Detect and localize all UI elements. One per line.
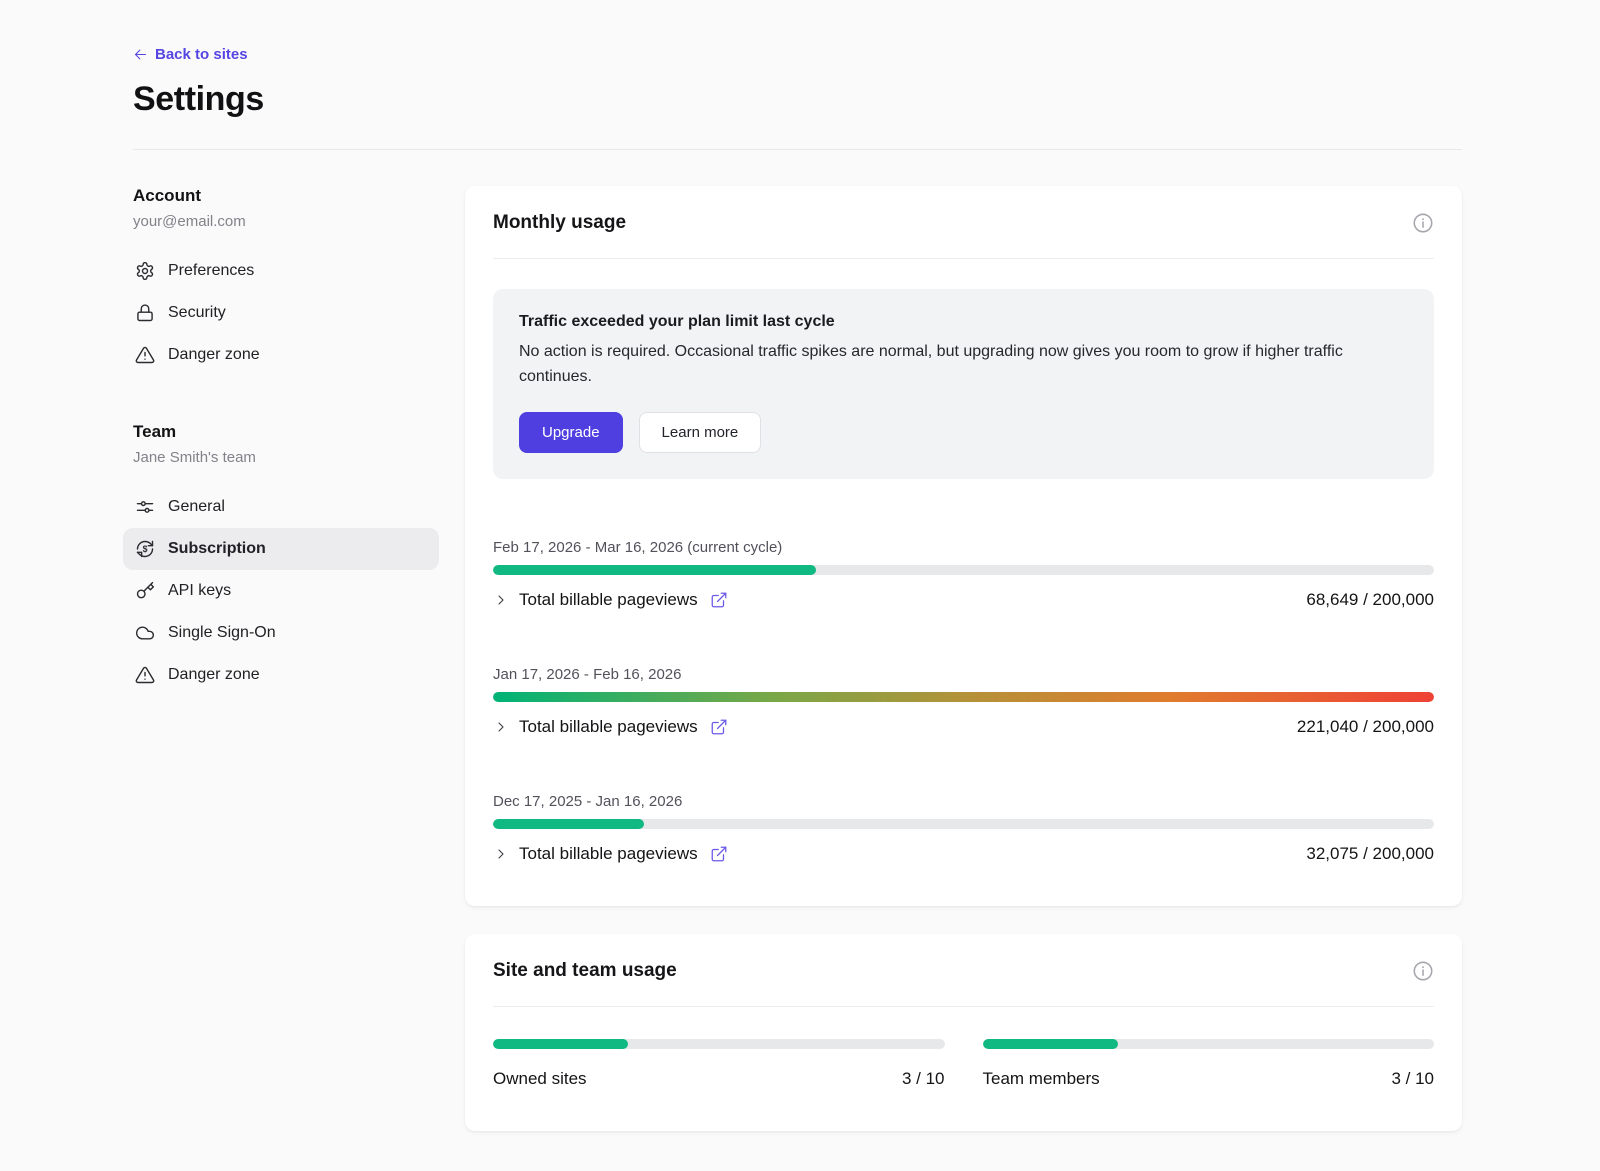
usage-progress-fill bbox=[493, 565, 816, 575]
billable-pageviews-label: Total billable pageviews bbox=[519, 717, 698, 737]
team-members-metric: Team members 3 / 10 bbox=[983, 1039, 1435, 1089]
team-nav: General $ Subscription API keys bbox=[133, 486, 439, 696]
cloud-icon bbox=[135, 623, 155, 643]
account-nav: Preferences Security Danger zone bbox=[133, 250, 439, 376]
owned-sites-label: Owned sites bbox=[493, 1069, 587, 1089]
usage-cycle-current: Feb 17, 2026 - Mar 16, 2026 (current cyc… bbox=[493, 539, 1434, 610]
billable-pageviews-label: Total billable pageviews bbox=[519, 844, 698, 864]
sidebar-item-preferences[interactable]: Preferences bbox=[123, 250, 439, 292]
owned-sites-metric: Owned sites 3 / 10 bbox=[493, 1039, 945, 1089]
billable-pageviews-expander[interactable]: Total billable pageviews bbox=[493, 717, 1297, 737]
arrow-left-icon bbox=[133, 47, 148, 62]
card-divider bbox=[493, 1006, 1434, 1007]
owned-sites-progress-fill bbox=[493, 1039, 628, 1049]
dollar-refresh-icon: $ bbox=[135, 539, 155, 559]
site-team-usage-info-button[interactable] bbox=[1412, 960, 1434, 982]
account-email: your@email.com bbox=[133, 213, 439, 230]
notice-body: No action is required. Occasional traffi… bbox=[519, 340, 1399, 390]
sidebar-item-team-danger-zone[interactable]: Danger zone bbox=[123, 654, 439, 696]
team-section: Team Jane Smith's team General $ Subscri… bbox=[133, 422, 439, 696]
owned-sites-progress-track bbox=[493, 1039, 945, 1049]
chevron-right-icon bbox=[493, 846, 509, 862]
info-icon bbox=[1412, 960, 1434, 982]
page-title: Settings bbox=[133, 80, 1462, 119]
sidebar-item-label: API keys bbox=[168, 582, 231, 600]
site-team-usage-title: Site and team usage bbox=[493, 960, 677, 982]
sidebar-item-label: General bbox=[168, 498, 225, 516]
sidebar-item-label: Preferences bbox=[168, 262, 254, 280]
team-name: Jane Smith's team bbox=[133, 449, 439, 466]
external-link-icon[interactable] bbox=[710, 591, 728, 609]
sidebar-item-single-sign-on[interactable]: Single Sign-On bbox=[123, 612, 439, 654]
usage-progress-track bbox=[493, 565, 1434, 575]
sidebar-item-subscription[interactable]: $ Subscription bbox=[123, 528, 439, 570]
key-icon bbox=[135, 581, 155, 601]
sidebar-item-label: Danger zone bbox=[168, 666, 260, 684]
sidebar-item-account-danger-zone[interactable]: Danger zone bbox=[123, 334, 439, 376]
sidebar-item-general[interactable]: General bbox=[123, 486, 439, 528]
header-divider bbox=[133, 149, 1462, 150]
sidebar-item-security[interactable]: Security bbox=[123, 292, 439, 334]
external-link-icon[interactable] bbox=[710, 845, 728, 863]
back-link-label: Back to sites bbox=[155, 46, 248, 63]
sidebar-item-api-keys[interactable]: API keys bbox=[123, 570, 439, 612]
external-link-icon[interactable] bbox=[710, 718, 728, 736]
warning-triangle-icon bbox=[135, 665, 155, 685]
sidebar-item-label: Security bbox=[168, 304, 226, 322]
usage-progress-track bbox=[493, 692, 1434, 702]
info-icon bbox=[1412, 212, 1434, 234]
usage-cycle-oldest: Dec 17, 2025 - Jan 16, 2026 Total billab… bbox=[493, 793, 1434, 864]
back-to-sites-link[interactable]: Back to sites bbox=[133, 46, 248, 63]
billable-pageviews-label: Total billable pageviews bbox=[519, 590, 698, 610]
warning-triangle-icon bbox=[135, 345, 155, 365]
sidebar-item-label: Subscription bbox=[168, 540, 266, 558]
settings-sidebar: Account your@email.com Preferences Secur… bbox=[133, 186, 465, 696]
sliders-icon bbox=[135, 497, 155, 517]
cycle-period: Feb 17, 2026 - Mar 16, 2026 (current cyc… bbox=[493, 539, 1434, 556]
usage-cycles: Feb 17, 2026 - Mar 16, 2026 (current cyc… bbox=[493, 539, 1434, 864]
usage-progress-fill bbox=[493, 819, 644, 829]
lock-icon bbox=[135, 303, 155, 323]
sidebar-item-label: Single Sign-On bbox=[168, 624, 276, 642]
account-section: Account your@email.com Preferences Secur… bbox=[133, 186, 439, 376]
team-members-progress-track bbox=[983, 1039, 1435, 1049]
monthly-usage-info-button[interactable] bbox=[1412, 212, 1434, 234]
billable-pageviews-value: 68,649 / 200,000 bbox=[1306, 590, 1434, 610]
traffic-exceeded-notice: Traffic exceeded your plan limit last cy… bbox=[493, 289, 1434, 479]
monthly-usage-title: Monthly usage bbox=[493, 212, 626, 234]
usage-progress-track bbox=[493, 819, 1434, 829]
settings-page: Back to sites Settings Account your@emai… bbox=[0, 0, 1600, 1171]
cycle-period: Jan 17, 2026 - Feb 16, 2026 bbox=[493, 666, 1434, 683]
owned-sites-value: 3 / 10 bbox=[902, 1069, 945, 1089]
learn-more-button[interactable]: Learn more bbox=[639, 412, 762, 453]
account-section-title: Account bbox=[133, 186, 439, 206]
gear-icon bbox=[135, 261, 155, 281]
monthly-usage-card: Monthly usage Traffic exceeded your plan… bbox=[465, 186, 1462, 906]
team-section-title: Team bbox=[133, 422, 439, 442]
sidebar-item-label: Danger zone bbox=[168, 346, 260, 364]
card-divider bbox=[493, 258, 1434, 259]
upgrade-button[interactable]: Upgrade bbox=[519, 412, 623, 453]
usage-progress-fill bbox=[493, 692, 1434, 702]
team-members-value: 3 / 10 bbox=[1391, 1069, 1434, 1089]
site-team-metrics: Owned sites 3 / 10 Team members 3 / 10 bbox=[493, 1039, 1434, 1089]
billable-pageviews-value: 221,040 / 200,000 bbox=[1297, 717, 1434, 737]
team-members-progress-fill bbox=[983, 1039, 1118, 1049]
chevron-right-icon bbox=[493, 592, 509, 608]
billable-pageviews-value: 32,075 / 200,000 bbox=[1306, 844, 1434, 864]
team-members-label: Team members bbox=[983, 1069, 1100, 1089]
settings-main: Monthly usage Traffic exceeded your plan… bbox=[465, 186, 1462, 1171]
svg-text:$: $ bbox=[143, 544, 148, 554]
billable-pageviews-expander[interactable]: Total billable pageviews bbox=[493, 590, 1306, 610]
cycle-period: Dec 17, 2025 - Jan 16, 2026 bbox=[493, 793, 1434, 810]
site-team-usage-card: Site and team usage Owned sites 3 / 10 bbox=[465, 934, 1462, 1131]
billable-pageviews-expander[interactable]: Total billable pageviews bbox=[493, 844, 1306, 864]
chevron-right-icon bbox=[493, 719, 509, 735]
notice-title: Traffic exceeded your plan limit last cy… bbox=[519, 313, 1408, 331]
usage-cycle-previous: Jan 17, 2026 - Feb 16, 2026 Total billab… bbox=[493, 666, 1434, 737]
